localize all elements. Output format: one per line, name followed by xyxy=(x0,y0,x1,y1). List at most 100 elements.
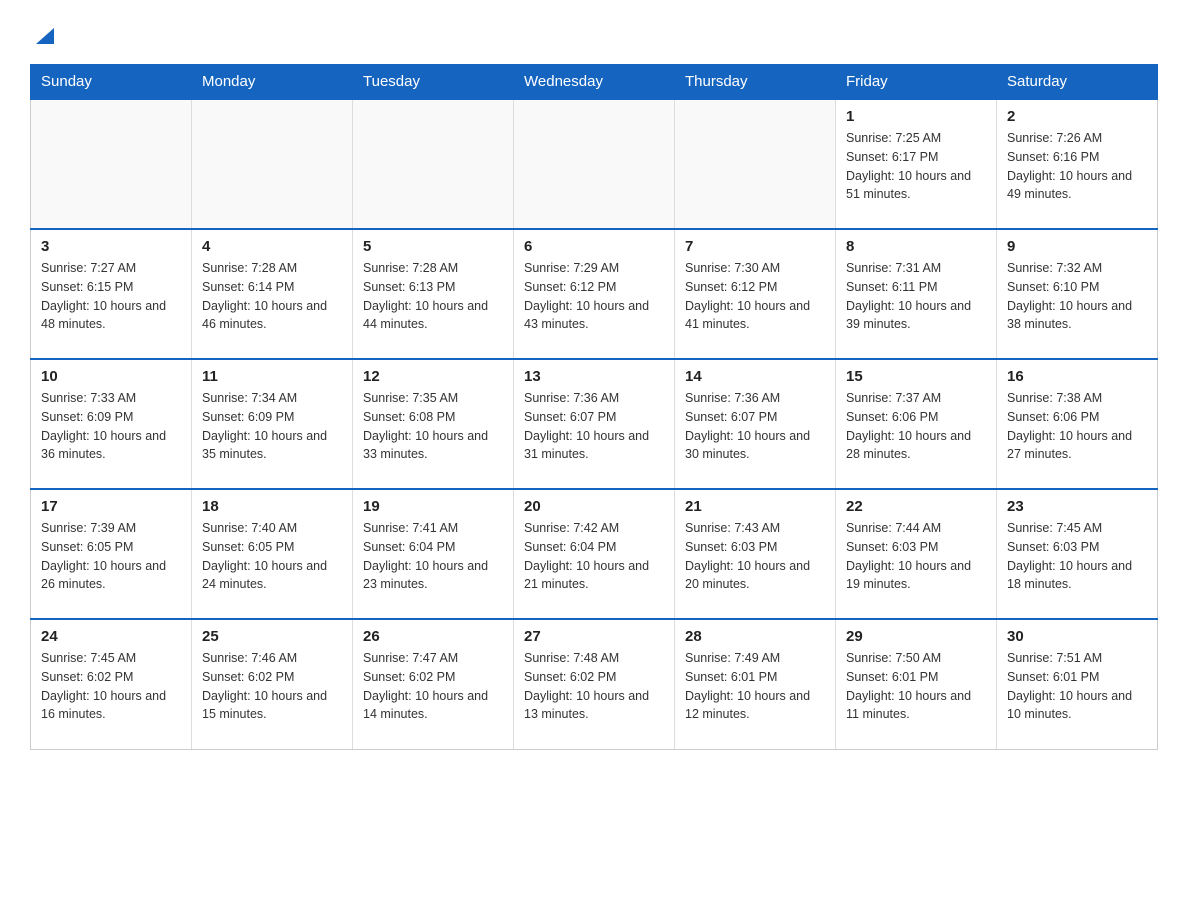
day-info: Sunrise: 7:27 AM Sunset: 6:15 PM Dayligh… xyxy=(41,259,181,334)
day-info: Sunrise: 7:45 AM Sunset: 6:03 PM Dayligh… xyxy=(1007,519,1147,594)
header-tuesday: Tuesday xyxy=(353,65,514,100)
calendar-cell: 8 Sunrise: 7:31 AM Sunset: 6:11 PM Daylig… xyxy=(836,229,997,359)
calendar-cell: 13 Sunrise: 7:36 AM Sunset: 6:07 PM Dayli… xyxy=(514,359,675,489)
week-row-3: 10 Sunrise: 7:33 AM Sunset: 6:09 PM Dayli… xyxy=(31,359,1158,489)
day-info: Sunrise: 7:31 AM Sunset: 6:11 PM Dayligh… xyxy=(846,259,986,334)
calendar-cell: 7 Sunrise: 7:30 AM Sunset: 6:12 PM Daylig… xyxy=(675,229,836,359)
day-number: 23 xyxy=(1007,498,1147,515)
calendar-cell: 10 Sunrise: 7:33 AM Sunset: 6:09 PM Dayli… xyxy=(31,359,192,489)
day-info: Sunrise: 7:25 AM Sunset: 6:17 PM Dayligh… xyxy=(846,129,986,204)
day-number: 29 xyxy=(846,628,986,645)
header-friday: Friday xyxy=(836,65,997,100)
week-row-2: 3 Sunrise: 7:27 AM Sunset: 6:15 PM Daylig… xyxy=(31,229,1158,359)
day-number: 6 xyxy=(524,238,664,255)
calendar-cell xyxy=(675,99,836,229)
calendar-cell: 23 Sunrise: 7:45 AM Sunset: 6:03 PM Dayli… xyxy=(997,489,1158,619)
day-number: 20 xyxy=(524,498,664,515)
calendar-cell: 15 Sunrise: 7:37 AM Sunset: 6:06 PM Dayli… xyxy=(836,359,997,489)
week-row-1: 1 Sunrise: 7:25 AM Sunset: 6:17 PM Daylig… xyxy=(31,99,1158,229)
day-info: Sunrise: 7:48 AM Sunset: 6:02 PM Dayligh… xyxy=(524,649,664,724)
day-info: Sunrise: 7:50 AM Sunset: 6:01 PM Dayligh… xyxy=(846,649,986,724)
week-row-4: 17 Sunrise: 7:39 AM Sunset: 6:05 PM Dayli… xyxy=(31,489,1158,619)
day-number: 10 xyxy=(41,368,181,385)
day-number: 24 xyxy=(41,628,181,645)
calendar-cell xyxy=(514,99,675,229)
day-number: 30 xyxy=(1007,628,1147,645)
day-info: Sunrise: 7:38 AM Sunset: 6:06 PM Dayligh… xyxy=(1007,389,1147,464)
calendar-cell: 5Sunrise: 7:28 AM Sunset: 6:13 PM Daylig… xyxy=(353,229,514,359)
day-info: Sunrise: 7:47 AM Sunset: 6:02 PM Dayligh… xyxy=(363,649,503,724)
day-number: 1 xyxy=(846,108,986,125)
day-info: Sunrise: 7:37 AM Sunset: 6:06 PM Dayligh… xyxy=(846,389,986,464)
day-number: 12 xyxy=(363,368,503,385)
calendar-cell xyxy=(353,99,514,229)
calendar-header: SundayMondayTuesdayWednesdayThursdayFrid… xyxy=(31,65,1158,100)
logo xyxy=(30,20,58,44)
calendar-cell xyxy=(31,99,192,229)
day-number: 28 xyxy=(685,628,825,645)
header-row: SundayMondayTuesdayWednesdayThursdayFrid… xyxy=(31,65,1158,100)
day-info: Sunrise: 7:41 AM Sunset: 6:04 PM Dayligh… xyxy=(363,519,503,594)
day-number: 17 xyxy=(41,498,181,515)
day-info: Sunrise: 7:36 AM Sunset: 6:07 PM Dayligh… xyxy=(524,389,664,464)
calendar-cell: 3 Sunrise: 7:27 AM Sunset: 6:15 PM Daylig… xyxy=(31,229,192,359)
calendar-cell: 24 Sunrise: 7:45 AM Sunset: 6:02 PM Dayli… xyxy=(31,619,192,749)
calendar-cell: 16Sunrise: 7:38 AM Sunset: 6:06 PM Dayli… xyxy=(997,359,1158,489)
day-info: Sunrise: 7:51 AM Sunset: 6:01 PM Dayligh… xyxy=(1007,649,1147,724)
calendar-cell: 4Sunrise: 7:28 AM Sunset: 6:14 PM Daylig… xyxy=(192,229,353,359)
day-number: 14 xyxy=(685,368,825,385)
header-thursday: Thursday xyxy=(675,65,836,100)
day-info: Sunrise: 7:39 AM Sunset: 6:05 PM Dayligh… xyxy=(41,519,181,594)
day-number: 15 xyxy=(846,368,986,385)
day-number: 21 xyxy=(685,498,825,515)
calendar-cell: 26 Sunrise: 7:47 AM Sunset: 6:02 PM Dayli… xyxy=(353,619,514,749)
calendar-cell: 20Sunrise: 7:42 AM Sunset: 6:04 PM Dayli… xyxy=(514,489,675,619)
calendar-cell: 18 Sunrise: 7:40 AM Sunset: 6:05 PM Dayli… xyxy=(192,489,353,619)
day-info: Sunrise: 7:45 AM Sunset: 6:02 PM Dayligh… xyxy=(41,649,181,724)
page-header xyxy=(30,20,1158,44)
day-number: 26 xyxy=(363,628,503,645)
day-info: Sunrise: 7:43 AM Sunset: 6:03 PM Dayligh… xyxy=(685,519,825,594)
day-info: Sunrise: 7:32 AM Sunset: 6:10 PM Dayligh… xyxy=(1007,259,1147,334)
calendar-cell: 12Sunrise: 7:35 AM Sunset: 6:08 PM Dayli… xyxy=(353,359,514,489)
calendar-cell: 14 Sunrise: 7:36 AM Sunset: 6:07 PM Dayli… xyxy=(675,359,836,489)
calendar-cell: 25Sunrise: 7:46 AM Sunset: 6:02 PM Dayli… xyxy=(192,619,353,749)
calendar-cell: 29 Sunrise: 7:50 AM Sunset: 6:01 PM Dayli… xyxy=(836,619,997,749)
day-info: Sunrise: 7:36 AM Sunset: 6:07 PM Dayligh… xyxy=(685,389,825,464)
day-number: 22 xyxy=(846,498,986,515)
calendar-cell: 17 Sunrise: 7:39 AM Sunset: 6:05 PM Dayli… xyxy=(31,489,192,619)
day-number: 27 xyxy=(524,628,664,645)
day-info: Sunrise: 7:28 AM Sunset: 6:14 PM Dayligh… xyxy=(202,259,342,334)
calendar-cell: 19 Sunrise: 7:41 AM Sunset: 6:04 PM Dayli… xyxy=(353,489,514,619)
calendar-body: 1 Sunrise: 7:25 AM Sunset: 6:17 PM Daylig… xyxy=(31,99,1158,749)
calendar-cell: 27 Sunrise: 7:48 AM Sunset: 6:02 PM Dayli… xyxy=(514,619,675,749)
header-sunday: Sunday xyxy=(31,65,192,100)
day-number: 7 xyxy=(685,238,825,255)
calendar-cell: 28Sunrise: 7:49 AM Sunset: 6:01 PM Dayli… xyxy=(675,619,836,749)
calendar-cell: 11Sunrise: 7:34 AM Sunset: 6:09 PM Dayli… xyxy=(192,359,353,489)
header-wednesday: Wednesday xyxy=(514,65,675,100)
day-number: 13 xyxy=(524,368,664,385)
day-info: Sunrise: 7:26 AM Sunset: 6:16 PM Dayligh… xyxy=(1007,129,1147,204)
calendar-cell: 9 Sunrise: 7:32 AM Sunset: 6:10 PM Daylig… xyxy=(997,229,1158,359)
day-info: Sunrise: 7:30 AM Sunset: 6:12 PM Dayligh… xyxy=(685,259,825,334)
logo-triangle-icon xyxy=(32,22,58,48)
calendar-cell: 21 Sunrise: 7:43 AM Sunset: 6:03 PM Dayli… xyxy=(675,489,836,619)
day-number: 8 xyxy=(846,238,986,255)
day-number: 9 xyxy=(1007,238,1147,255)
day-number: 18 xyxy=(202,498,342,515)
header-monday: Monday xyxy=(192,65,353,100)
header-saturday: Saturday xyxy=(997,65,1158,100)
day-info: Sunrise: 7:46 AM Sunset: 6:02 PM Dayligh… xyxy=(202,649,342,724)
day-info: Sunrise: 7:40 AM Sunset: 6:05 PM Dayligh… xyxy=(202,519,342,594)
calendar-cell: 2 Sunrise: 7:26 AM Sunset: 6:16 PM Daylig… xyxy=(997,99,1158,229)
day-number: 3 xyxy=(41,238,181,255)
calendar-cell xyxy=(192,99,353,229)
calendar-cell: 6Sunrise: 7:29 AM Sunset: 6:12 PM Daylig… xyxy=(514,229,675,359)
day-number: 19 xyxy=(363,498,503,515)
calendar-cell: 1 Sunrise: 7:25 AM Sunset: 6:17 PM Daylig… xyxy=(836,99,997,229)
calendar-cell: 22Sunrise: 7:44 AM Sunset: 6:03 PM Dayli… xyxy=(836,489,997,619)
day-number: 2 xyxy=(1007,108,1147,125)
day-info: Sunrise: 7:34 AM Sunset: 6:09 PM Dayligh… xyxy=(202,389,342,464)
day-info: Sunrise: 7:33 AM Sunset: 6:09 PM Dayligh… xyxy=(41,389,181,464)
